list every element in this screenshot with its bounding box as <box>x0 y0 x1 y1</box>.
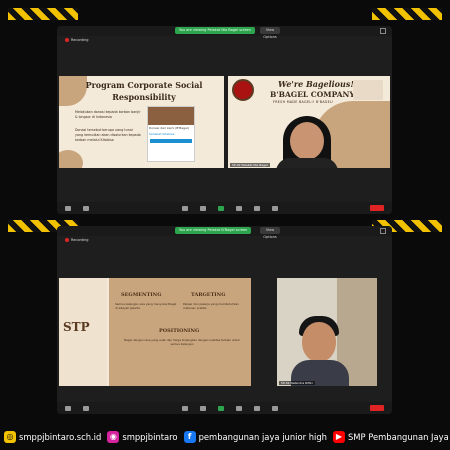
meeting-controls <box>57 202 392 214</box>
record-dot-icon <box>65 38 69 42</box>
instagram-text: smppjbintaro <box>122 431 178 442</box>
gallery-view-icon[interactable] <box>380 228 386 234</box>
slide-script-title: We're Bagelious! <box>278 79 354 89</box>
facebook-icon: f <box>183 430 196 443</box>
zoom-window-1: You are viewing Pelakat Nia Bagel screen… <box>57 26 392 214</box>
shared-slide-csr: Program Corporate Social Responsibility … <box>59 76 224 168</box>
meeting-controls <box>57 402 392 414</box>
presenter-shirt <box>276 158 338 168</box>
donation-photo <box>148 107 194 125</box>
donation-screenshot: Donasi dari kami (B'Bagel) Sahabat Kitab… <box>147 106 195 162</box>
mute-icon[interactable] <box>65 405 71 411</box>
website-text: smppjbintaro.sch.id <box>19 431 102 442</box>
mute-icon[interactable] <box>65 205 71 211</box>
targeting-heading: TARGETING <box>191 292 226 298</box>
positioning-body: Bagel dengan rasa yang enak dan harga te… <box>124 338 240 346</box>
reactions-icon[interactable] <box>271 405 278 411</box>
slide-company-name: B'BAGEL COMPANY <box>270 90 355 99</box>
facebook-text: pembangunan jaya junior high <box>198 431 327 442</box>
chat-icon[interactable] <box>217 205 224 211</box>
segmenting-heading: SEGMENTING <box>121 292 162 298</box>
leave-button[interactable] <box>370 405 384 411</box>
donation-caption: Sahabat Kitabisa <box>149 132 175 136</box>
slide-bullet: Melakukan donasi kepada korban banjir & … <box>75 110 141 119</box>
view-options-button[interactable]: View Options <box>260 227 280 239</box>
security-icon[interactable] <box>181 205 188 211</box>
zoom-top-bar: You are viewing Pelakat Nia Bagel screen… <box>57 26 392 39</box>
participant-name: 5P-02 Nabindra Rifiki <box>279 381 315 385</box>
participant-name: 5P-02 Pelakat Nia Bagel <box>230 163 270 167</box>
security-icon[interactable] <box>181 405 188 411</box>
positioning-heading: POSITIONING <box>159 328 200 334</box>
gallery-view-icon[interactable] <box>380 28 386 34</box>
stp-title: STP <box>63 320 90 334</box>
recording-label: Recording <box>71 238 89 242</box>
recording-indicator: Recording <box>65 37 89 43</box>
globe-icon: ◎ <box>4 430 16 443</box>
zoom-window-2: You are viewing Pelakat B'Bagel screen V… <box>57 226 392 414</box>
youtube-text: SMP Pembangunan Jaya <box>347 431 449 442</box>
bagel-photo <box>353 80 383 100</box>
donation-button <box>150 139 192 143</box>
youtube-icon: ▶ <box>332 430 345 443</box>
hazard-stripes-top-right <box>372 8 442 20</box>
camera-tile-student: 5P-02 Nabindra Rifiki <box>277 278 377 386</box>
school-social-footer: ◎ smppjbintaro.sch.id ◉ smppjbintaro f p… <box>0 423 450 450</box>
recording-indicator: Recording <box>65 237 89 243</box>
instagram-link[interactable]: ◉ smppjbintaro <box>107 430 178 443</box>
share-screen-icon[interactable] <box>235 405 242 411</box>
record-icon[interactable] <box>253 205 260 211</box>
student-face <box>302 322 336 362</box>
record-icon[interactable] <box>253 405 260 411</box>
youtube-link[interactable]: ▶ SMP Pembangunan Jaya <box>332 430 449 443</box>
segmenting-body: Semua kalangan usia yang menyukai Bagel … <box>115 302 177 310</box>
view-options-button[interactable]: View Options <box>260 27 280 39</box>
presenter-face <box>290 122 324 160</box>
shared-slide-stp: STP SEGMENTING TARGETING Semua kalangan … <box>59 278 251 386</box>
chat-icon[interactable] <box>217 405 224 411</box>
instagram-icon: ◉ <box>107 430 120 443</box>
slide-brown-blob <box>59 76 87 106</box>
hazard-stripes-top-left <box>8 8 78 20</box>
slide-bullet: Donasi tersebut berupa uang tunai yang k… <box>75 128 141 142</box>
share-screen-icon[interactable] <box>235 205 242 211</box>
website-link[interactable]: ◎ smppjbintaro.sch.id <box>4 430 102 443</box>
targeting-body: Pelajar dan pekerja yang membutuhkan mak… <box>183 302 239 310</box>
recording-label: Recording <box>71 38 89 42</box>
slide-title: Program Corporate Social Responsibility <box>85 80 203 102</box>
screen-share-banner[interactable]: You are viewing Pelakat B'Bagel screen <box>175 227 252 234</box>
slide-tagline: FRESH MADE BAGEL!! B'BAGEL! <box>273 100 334 104</box>
screen-share-banner[interactable]: You are viewing Pelakat Nia Bagel screen <box>175 27 255 34</box>
camera-tile-presenter: We're Bagelious! B'BAGEL COMPANY FRESH M… <box>228 76 390 168</box>
video-icon[interactable] <box>83 205 89 211</box>
record-dot-icon <box>65 238 69 242</box>
reactions-icon[interactable] <box>271 205 278 211</box>
zoom-top-bar: You are viewing Pelakat B'Bagel screen V… <box>57 226 392 239</box>
participants-icon[interactable] <box>199 205 206 211</box>
bagel-logo-icon <box>232 79 254 101</box>
facebook-link[interactable]: f pembangunan jaya junior high <box>183 430 327 443</box>
participants-icon[interactable] <box>199 405 206 411</box>
leave-button[interactable] <box>370 205 384 211</box>
slide-brown-blob <box>59 150 83 168</box>
video-icon[interactable] <box>83 405 89 411</box>
